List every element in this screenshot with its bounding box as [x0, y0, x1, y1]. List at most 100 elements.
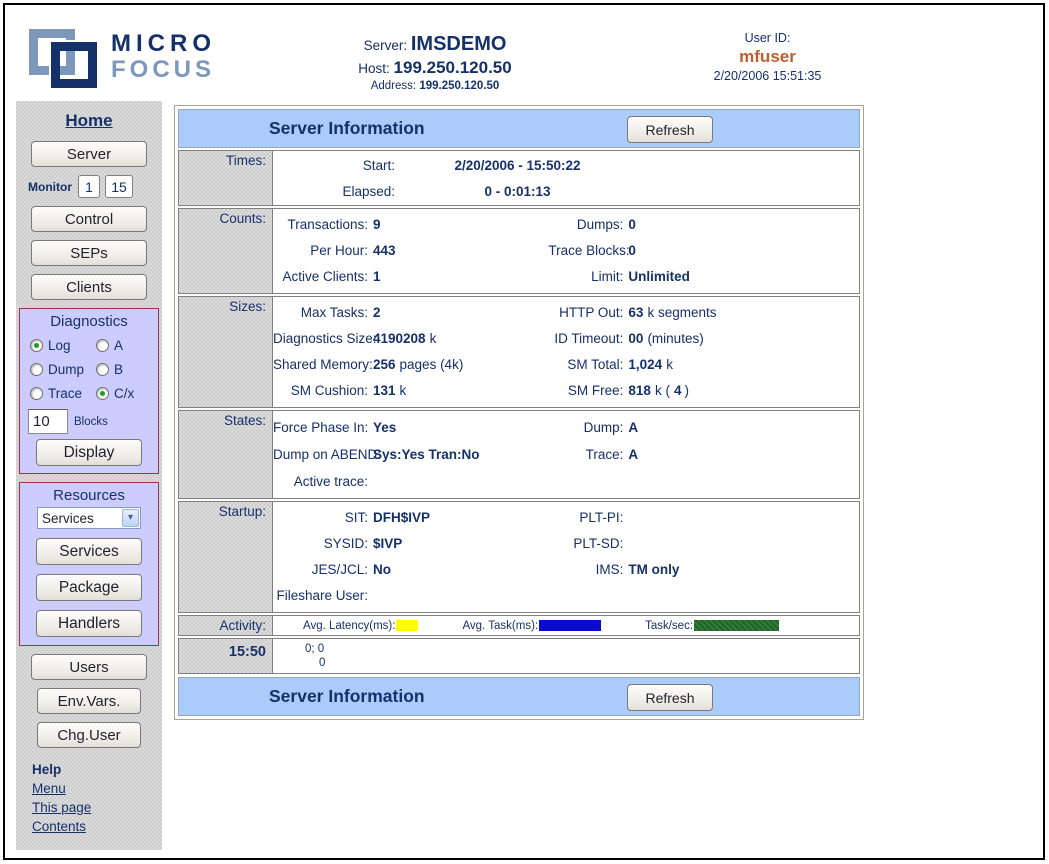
clients-button[interactable]: Clients	[31, 274, 147, 300]
server-information-table: Server Information Refresh Times: Start:…	[174, 105, 864, 720]
field-id-timeout: ID Timeout:00(minutes)	[548, 326, 859, 352]
radio-trace-control[interactable]	[30, 387, 43, 400]
counts-section-label: Counts:	[179, 209, 273, 293]
legend-task-per-sec: Task/sec:	[645, 620, 779, 632]
field-elapsed: Elapsed:0 - 0:01:13	[273, 179, 859, 205]
resources-select[interactable]: Services ▾	[37, 507, 141, 529]
help-link-contents[interactable]: Contents	[32, 817, 86, 836]
field-http-out: HTTP Out:63k segments	[548, 300, 859, 326]
history-values-line2: 0	[273, 656, 859, 670]
times-section-label: Times:	[179, 151, 273, 205]
chguser-button[interactable]: Chg.User	[37, 722, 141, 748]
radio-trace[interactable]: Trace	[30, 381, 96, 405]
radio-dump-control[interactable]	[30, 363, 43, 376]
display-button[interactable]: Display	[36, 439, 142, 466]
field-sit: SIT:DFH$IVP	[273, 505, 548, 531]
diagnostics-radio-group: Log A Dump B Trace C/x	[20, 333, 158, 405]
field-dump-state: Dump:A	[548, 414, 859, 441]
field-force-phase-in: Force Phase In:Yes	[273, 414, 548, 441]
states-row: States: Force Phase In:Yes Dump on ABEND…	[178, 410, 860, 499]
field-trace-blocks: Trace Blocks:0	[548, 238, 859, 264]
startup-row: Startup: SIT:DFH$IVP SYSID:$IVP JES/JCL:…	[178, 501, 860, 613]
radio-cx-control[interactable]	[96, 387, 109, 400]
latency-swatch	[396, 620, 418, 631]
field-trace-state: Trace:A	[548, 441, 859, 468]
login-timestamp: 2/20/2006 15:51:35	[660, 69, 875, 83]
help-title: Help	[32, 760, 162, 779]
task-swatch	[539, 620, 601, 631]
history-row: 15:50 0; 0 0	[178, 638, 860, 674]
help-link-menu[interactable]: Menu	[32, 779, 66, 798]
radio-log-control[interactable]	[30, 339, 43, 352]
diagnostics-panel: Diagnostics Log A Dump B Trace C/x Block…	[19, 308, 159, 474]
server-name: IMSDEMO	[411, 33, 507, 55]
field-max-tasks: Max Tasks:2	[273, 300, 548, 326]
sidebar: Home Server Monitor Control SEPs Clients…	[16, 101, 162, 850]
monitor-interval-input[interactable]	[105, 175, 133, 198]
field-sm-free: SM Free:818k (4)	[548, 378, 859, 404]
radio-b-control[interactable]	[96, 363, 109, 376]
help-link-this-page[interactable]: This page	[32, 798, 91, 817]
monitor-label: Monitor	[28, 180, 72, 194]
task-per-sec-swatch	[694, 620, 779, 631]
logo-text: MICRO FOCUS	[111, 31, 216, 83]
page-header: MICRO FOCUS Server: IMSDEMO Host: 199.25…	[5, 5, 1043, 101]
handlers-button[interactable]: Handlers	[36, 610, 142, 637]
sizes-row: Sizes: Max Tasks:2 Diagnostics Size:4190…	[178, 296, 860, 408]
logo-square-dark	[51, 42, 97, 88]
logo-word-micro: MICRO	[111, 31, 216, 57]
field-diagnostics-size: Diagnostics Size:4190208k	[273, 326, 548, 352]
field-transactions: Transactions:9	[273, 212, 548, 238]
page-title: Server Information	[269, 118, 425, 139]
page-title-bottom: Server Information	[269, 686, 425, 707]
activity-section-label: Activity:	[179, 616, 273, 635]
field-dumps: Dumps:0	[548, 212, 859, 238]
page: MICRO FOCUS Server: IMSDEMO Host: 199.25…	[3, 3, 1045, 860]
microfocus-logo: MICRO FOCUS	[29, 29, 229, 89]
radio-cx[interactable]: C/x	[96, 381, 148, 405]
diagnostics-title: Diagnostics	[20, 313, 158, 330]
user-id-label: User ID:	[660, 31, 875, 45]
package-button[interactable]: Package	[36, 574, 142, 601]
field-shared-memory: Shared Memory:256pages (4k)	[273, 352, 548, 378]
history-values-line1: 0; 0	[273, 642, 859, 656]
blocks-input[interactable]	[28, 409, 68, 434]
monitor-count-input[interactable]	[78, 175, 100, 198]
counts-row: Counts: Transactions:9 Per Hour:443 Acti…	[178, 208, 860, 294]
resources-title: Resources	[20, 487, 158, 504]
radio-a[interactable]: A	[96, 333, 148, 357]
radio-log[interactable]: Log	[30, 333, 96, 357]
times-row: Times: Start:2/20/2006 - 15:50:22 Elapse…	[178, 150, 860, 206]
services-button[interactable]: Services	[36, 538, 142, 565]
seps-button[interactable]: SEPs	[31, 240, 147, 266]
host-label: Host:	[358, 61, 390, 76]
refresh-button-top[interactable]: Refresh	[627, 116, 713, 143]
resources-select-value: Services	[38, 511, 122, 526]
control-button[interactable]: Control	[31, 206, 147, 232]
logo-word-focus: FOCUS	[111, 57, 216, 83]
radio-a-control[interactable]	[96, 339, 109, 352]
field-fileshare-user: Fileshare User:	[273, 583, 548, 609]
home-link[interactable]: Home	[16, 111, 162, 131]
users-button[interactable]: Users	[31, 654, 147, 680]
field-limit: Limit:Unlimited	[548, 264, 859, 290]
envvars-button[interactable]: Env.Vars.	[37, 688, 141, 714]
blocks-row: Blocks	[28, 409, 158, 434]
field-plt-sd: PLT-SD:	[548, 531, 859, 557]
field-start: Start:2/20/2006 - 15:50:22	[273, 153, 859, 179]
chevron-down-icon[interactable]: ▾	[122, 509, 139, 527]
field-per-hour: Per Hour:443	[273, 238, 548, 264]
field-ims: IMS:TM only	[548, 557, 859, 583]
radio-b[interactable]: B	[96, 357, 148, 381]
field-sysid: SYSID:$IVP	[273, 531, 548, 557]
server-button[interactable]: Server	[31, 141, 147, 167]
field-sm-cushion: SM Cushion:131k	[273, 378, 548, 404]
resources-panel: Resources Services ▾ Services Package Ha…	[19, 482, 159, 646]
sizes-section-label: Sizes:	[179, 297, 273, 407]
activity-row: Activity: Avg. Latency(ms): Avg. Task(ms…	[178, 615, 860, 636]
bottom-title-bar: Server Information Refresh	[178, 677, 860, 716]
refresh-button-bottom[interactable]: Refresh	[627, 684, 713, 711]
field-jes-jcl: JES/JCL:No	[273, 557, 548, 583]
radio-dump[interactable]: Dump	[30, 357, 96, 381]
server-identity: Server: IMSDEMO Host: 199.250.120.50 Add…	[260, 33, 610, 92]
